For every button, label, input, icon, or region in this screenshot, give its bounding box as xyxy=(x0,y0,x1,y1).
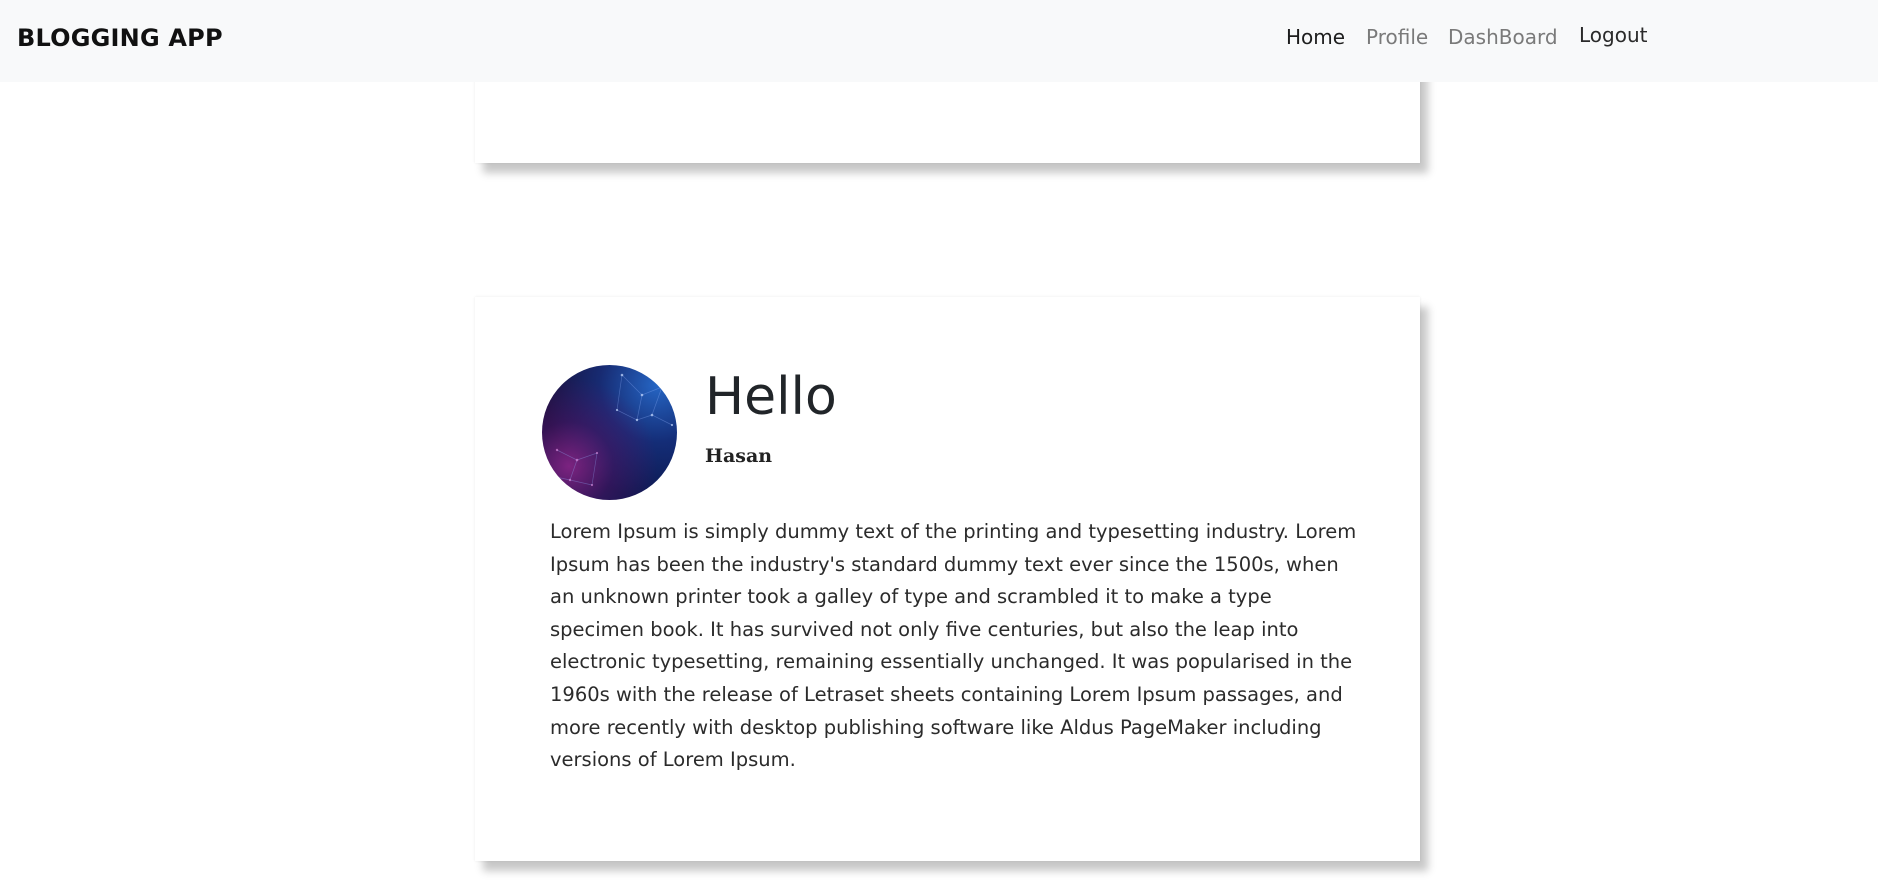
post-author: Hasan xyxy=(705,445,773,467)
author-avatar xyxy=(542,365,677,500)
nav-link-home[interactable]: Home xyxy=(1286,25,1345,49)
post-title: Hello xyxy=(705,367,837,427)
galaxy-avatar-icon xyxy=(546,373,674,487)
post-card: Hello Hasan Lorem Ipsum is simply dummy … xyxy=(475,297,1420,861)
nav-link-profile[interactable]: Profile xyxy=(1366,25,1428,49)
nav-link-dashboard[interactable]: DashBoard xyxy=(1448,25,1558,49)
top-navbar: BLOGGING APP Home Profile DashBoard Logo… xyxy=(0,0,1878,82)
logout-button[interactable]: Logout xyxy=(1579,23,1647,47)
brand-logo-text[interactable]: BLOGGING APP xyxy=(17,24,223,52)
post-body: Lorem Ipsum is simply dummy text of the … xyxy=(550,520,1357,772)
